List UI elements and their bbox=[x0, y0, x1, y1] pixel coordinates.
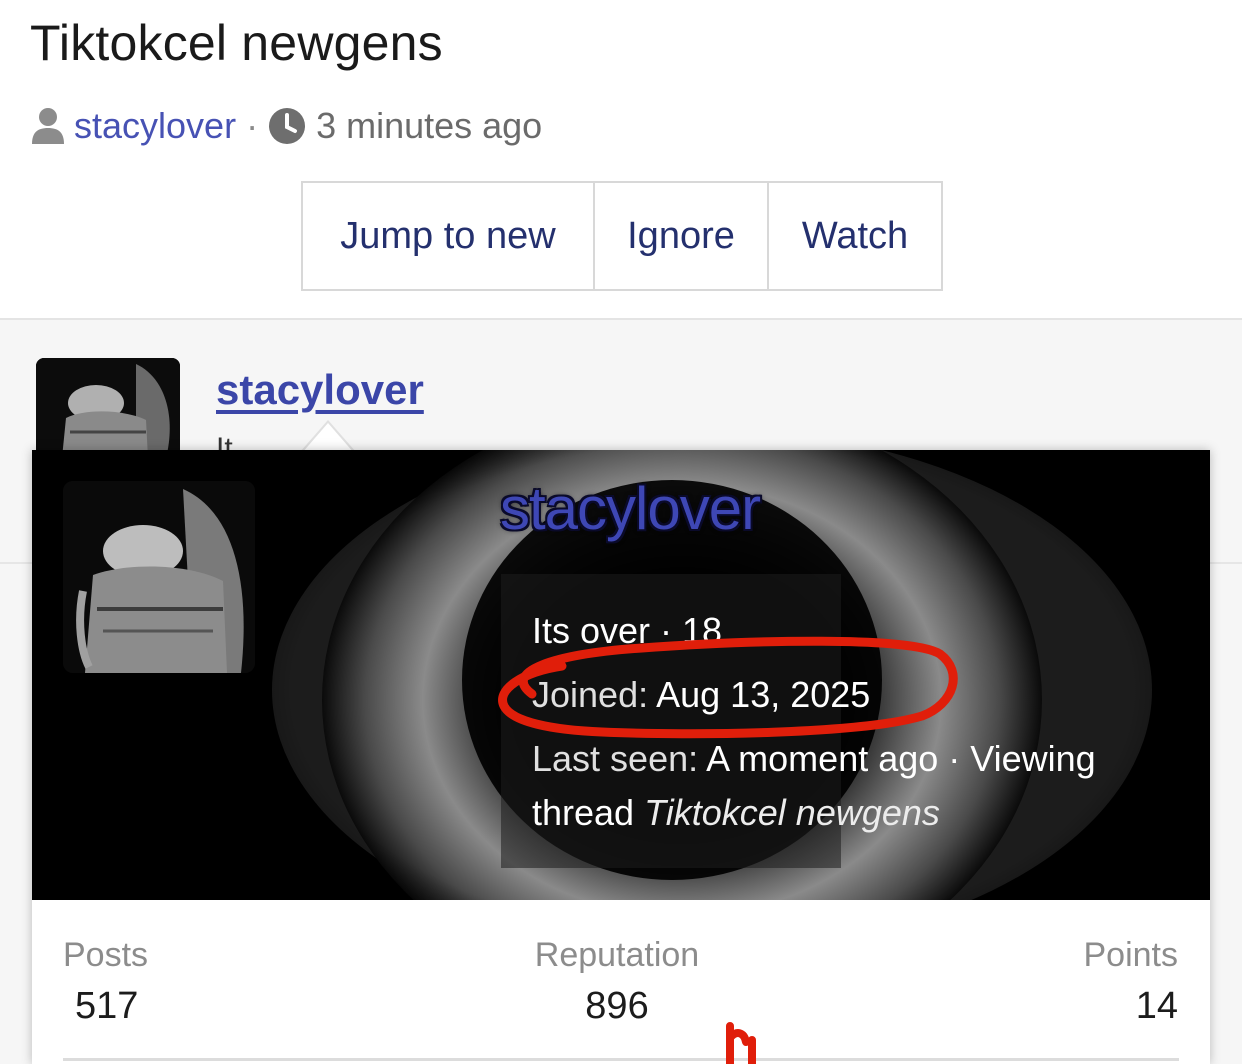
reputation-label: Reputation bbox=[534, 936, 700, 974]
ignore-button[interactable]: Ignore bbox=[593, 183, 767, 289]
points-value: 14 bbox=[1135, 985, 1178, 1027]
meta-separator: · bbox=[246, 105, 259, 146]
member-username-link[interactable]: stacylover bbox=[500, 474, 761, 543]
thread-author-link[interactable]: stacylover bbox=[74, 105, 236, 147]
stat-reputation[interactable]: Reputation 896 bbox=[527, 936, 707, 1028]
thread-actions: Jump to new Ignore Watch bbox=[301, 181, 943, 291]
member-last-seen: Last seen: A moment ago · Viewing bbox=[532, 738, 1096, 780]
member-tooltip-card: stacylover Its over · 18 Joined: Aug 13,… bbox=[32, 450, 1210, 1064]
last-seen-label: Last seen: bbox=[532, 738, 699, 779]
viewing-thread-link[interactable]: Tiktokcel newgens bbox=[644, 792, 940, 833]
stat-points[interactable]: Points 14 bbox=[1084, 936, 1179, 1028]
thread-meta: stacylover · 3 minutes ago bbox=[30, 104, 542, 148]
member-avatar[interactable] bbox=[63, 481, 255, 673]
reputation-value: 896 bbox=[585, 985, 649, 1027]
post-avatar[interactable] bbox=[36, 358, 180, 458]
jump-to-new-button[interactable]: Jump to new bbox=[303, 183, 593, 289]
user-icon bbox=[32, 108, 64, 144]
thread-time[interactable]: 3 minutes ago bbox=[316, 105, 542, 147]
thread-header: Tiktokcel newgens stacylover · 3 minutes… bbox=[0, 0, 1242, 320]
clock-icon bbox=[269, 108, 306, 144]
stat-posts[interactable]: Posts 517 bbox=[63, 936, 148, 1028]
watch-button[interactable]: Watch bbox=[767, 183, 941, 289]
last-seen-value: A moment ago · Viewing bbox=[706, 738, 1096, 779]
stats-divider bbox=[63, 1058, 1179, 1061]
posts-value: 517 bbox=[75, 985, 139, 1027]
post-username-link[interactable]: stacylover bbox=[216, 366, 424, 414]
profile-banner: stacylover Its over · 18 Joined: Aug 13,… bbox=[32, 450, 1210, 900]
tooltip-arrow-inner bbox=[302, 423, 354, 453]
member-viewing-thread: thread Tiktokcel newgens bbox=[532, 792, 940, 834]
posts-label: Posts bbox=[63, 936, 149, 974]
red-circle-annotation bbox=[498, 636, 958, 739]
points-label: Points bbox=[1083, 936, 1179, 974]
thread-prefix: thread bbox=[532, 792, 635, 833]
red-scribble-annotation bbox=[726, 1022, 756, 1064]
member-stats: Posts 517 Reputation 896 Points 14 bbox=[32, 902, 1210, 1064]
thread-title: Tiktokcel newgens bbox=[30, 15, 443, 71]
